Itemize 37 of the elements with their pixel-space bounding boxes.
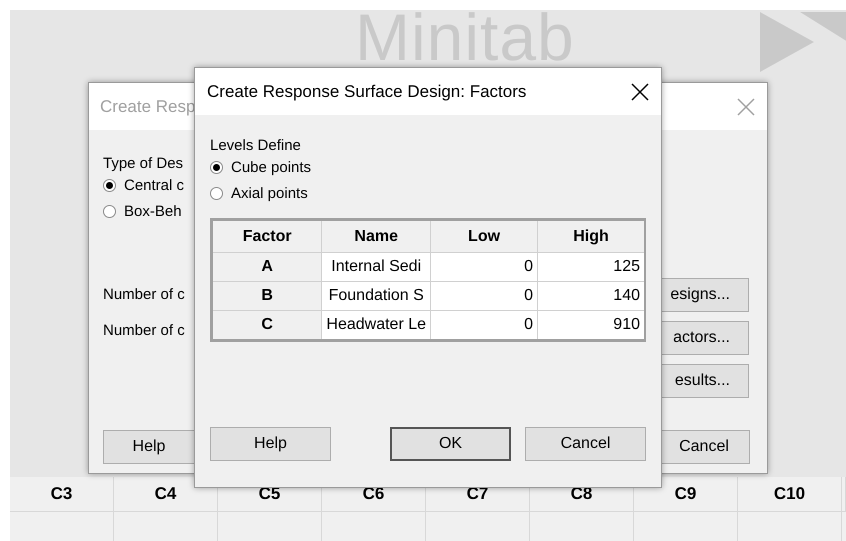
column-header[interactable]: C3 xyxy=(10,477,114,512)
radio-label: Cube points xyxy=(231,158,312,176)
table-cell[interactable]: 125 xyxy=(537,252,645,282)
radio-label: Box-Beh xyxy=(124,202,182,220)
table-cell[interactable]: Headwater Le xyxy=(322,310,431,340)
factor-cell: A xyxy=(212,252,322,282)
radio-label: Axial points xyxy=(231,184,308,202)
factor-cell: B xyxy=(212,282,322,310)
dialog-button[interactable]: Help xyxy=(103,430,195,464)
factor-cell: C xyxy=(212,310,322,340)
table-cell[interactable]: Internal Sedi xyxy=(322,252,431,282)
table-cell[interactable]: 140 xyxy=(537,282,645,310)
count-label: Number of c xyxy=(103,286,185,303)
dialog-button[interactable]: Help xyxy=(210,427,331,461)
radio-button[interactable] xyxy=(210,160,223,174)
radio-button[interactable] xyxy=(103,204,116,218)
column-header: Name xyxy=(322,220,431,252)
dialog-title: Create Resp xyxy=(100,96,196,116)
table-cell[interactable]: 910 xyxy=(537,310,645,340)
column-header: High xyxy=(537,220,645,252)
dialog-button[interactable]: OK xyxy=(390,427,511,461)
group-label: Levels Define xyxy=(210,137,301,154)
radio-button[interactable] xyxy=(210,186,223,200)
table-cell[interactable]: 0 xyxy=(430,252,538,282)
table-cell[interactable]: 0 xyxy=(430,282,538,310)
radio-button[interactable] xyxy=(103,178,116,192)
dialog-title: Create Response Surface Design: Factors xyxy=(207,82,526,102)
column-header: Low xyxy=(430,220,538,252)
column-header[interactable]: C10 xyxy=(738,477,842,512)
design-type-label: Type of Des xyxy=(103,155,184,172)
radio-label: Central c xyxy=(124,176,184,194)
count-label: Number of c xyxy=(103,322,185,339)
table-cell[interactable]: 0 xyxy=(430,310,538,340)
close-icon[interactable] xyxy=(631,82,649,100)
table-cell[interactable]: Foundation S xyxy=(322,282,431,310)
dialog-button[interactable]: Cancel xyxy=(525,427,646,461)
column-header: Factor xyxy=(212,220,322,252)
